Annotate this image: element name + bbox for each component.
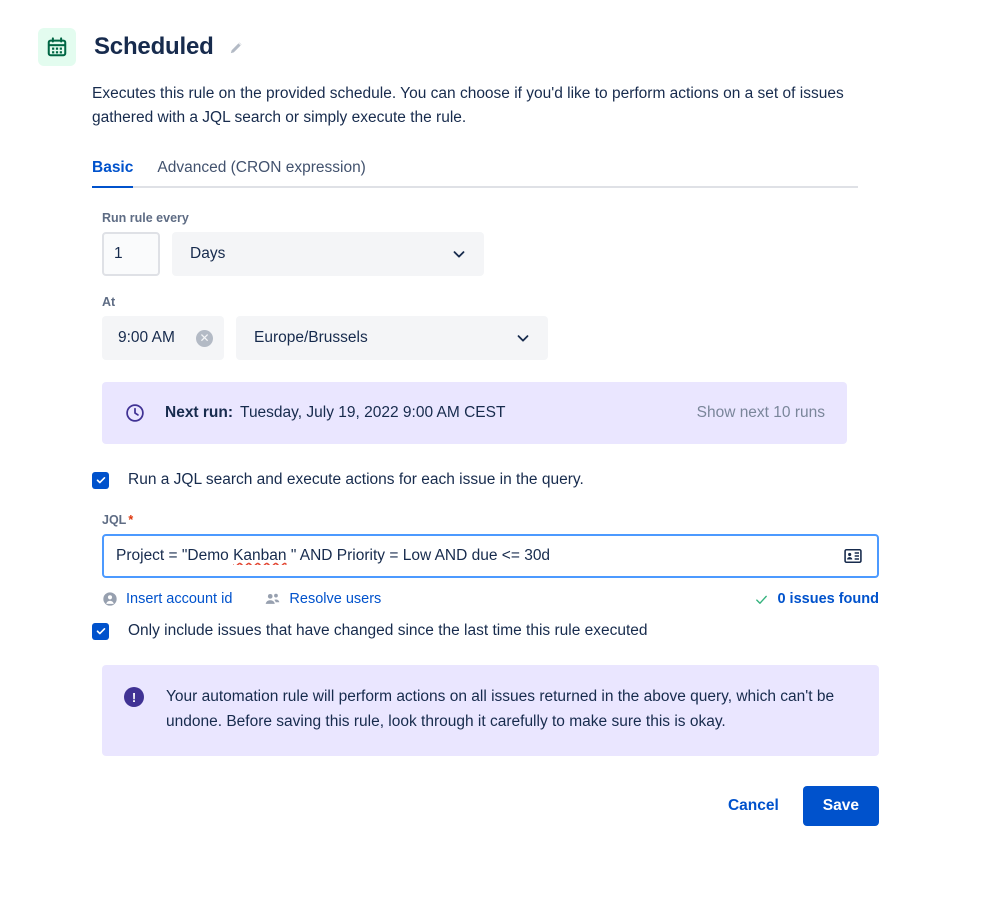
- issues-found-label: 0 issues found: [777, 591, 879, 607]
- people-icon: [264, 591, 281, 607]
- changed-only-checkbox-label: Only include issues that have changed si…: [128, 622, 648, 639]
- frequency-value: Days: [190, 245, 226, 262]
- jql-search-checkbox[interactable]: [92, 471, 109, 489]
- issues-found-status[interactable]: 0 issues found: [754, 591, 879, 607]
- run-every-row: Days: [102, 232, 999, 276]
- clear-circle-icon[interactable]: ✕: [196, 329, 213, 347]
- insert-account-id-label: Insert account id: [126, 591, 233, 607]
- time-value: 9:00 AM: [118, 329, 175, 346]
- required-marker: *: [128, 513, 134, 527]
- exclamation-icon: !: [124, 687, 144, 707]
- resolve-users-link[interactable]: Resolve users: [264, 591, 381, 607]
- form-area: Run rule every Days At 9:00 AM: [92, 210, 999, 826]
- warning-banner: ! Your automation rule will perform acti…: [102, 665, 879, 756]
- tab-advanced-cron[interactable]: Advanced (CRON expression): [157, 159, 365, 186]
- jql-query-misspelled: Kanban: [233, 547, 287, 564]
- jql-label-text: JQL: [102, 513, 127, 527]
- jql-search-checkbox-row[interactable]: Run a JQL search and execute actions for…: [92, 470, 999, 490]
- check-icon: [754, 592, 769, 607]
- chevron-down-icon: [514, 329, 532, 347]
- warning-text: Your automation rule will perform action…: [166, 688, 835, 730]
- page-title: Scheduled: [94, 33, 214, 60]
- scheduled-trigger-panel: Scheduled Executes this rule on the prov…: [0, 0, 999, 918]
- jql-search-checkbox-label: Run a JQL search and execute actions for…: [128, 471, 584, 488]
- at-label: At: [102, 295, 116, 309]
- chevron-down-icon: [450, 245, 468, 263]
- jql-query-after: " AND Priority = Low AND due <= 30d: [286, 547, 551, 564]
- tab-bar: Basic Advanced (CRON expression): [92, 154, 858, 188]
- tab-basic[interactable]: Basic: [92, 159, 134, 188]
- show-next-runs-link[interactable]: Show next 10 runs: [697, 404, 825, 422]
- timezone-value: Europe/Brussels: [254, 329, 368, 346]
- jql-helper-links: Insert account id Resolve users 0 issues…: [102, 591, 879, 607]
- jql-field-group: JQL * Project = "Demo Kanban " AND Priori…: [102, 512, 999, 607]
- at-row: 9:00 AM ✕ Europe/Brussels: [102, 316, 999, 360]
- footer-actions: Cancel Save: [102, 786, 879, 826]
- jql-input[interactable]: Project = "Demo Kanban " AND Priority = …: [102, 534, 879, 578]
- changed-only-checkbox-row[interactable]: Only include issues that have changed si…: [92, 621, 999, 641]
- cancel-button[interactable]: Cancel: [716, 787, 791, 825]
- save-button[interactable]: Save: [802, 786, 879, 826]
- next-run-text: Next run: Tuesday, July 19, 2022 9:00 AM …: [165, 404, 505, 422]
- run-every-label: Run rule every: [102, 211, 189, 225]
- calendar-icon: [38, 28, 76, 66]
- at-group: At 9:00 AM ✕ Europe/Brussels: [102, 294, 999, 360]
- jql-query-before: Project = "Demo: [116, 547, 234, 564]
- insert-account-id-link[interactable]: Insert account id: [102, 591, 232, 607]
- next-run-label: Next run:: [165, 404, 234, 421]
- run-every-group: Run rule every Days: [102, 210, 999, 276]
- pencil-icon[interactable]: [226, 36, 248, 58]
- jql-label: JQL *: [102, 512, 999, 528]
- title-block: Scheduled: [94, 33, 248, 61]
- changed-only-checkbox[interactable]: [92, 622, 109, 640]
- resolve-users-label: Resolve users: [289, 591, 382, 607]
- next-run-banner: Next run: Tuesday, July 19, 2022 9:00 AM …: [102, 382, 847, 444]
- panel-header: Scheduled: [0, 0, 999, 66]
- clock-icon: [124, 402, 146, 424]
- timezone-select[interactable]: Europe/Brussels: [236, 316, 548, 360]
- panel-description: Executes this rule on the provided sched…: [92, 85, 844, 126]
- frequency-select[interactable]: Days: [172, 232, 484, 276]
- contact-card-icon[interactable]: [841, 544, 865, 568]
- jql-query-text: Project = "Demo Kanban " AND Priority = …: [116, 547, 841, 565]
- next-run-value: Tuesday, July 19, 2022 9:00 AM CEST: [240, 404, 506, 421]
- interval-input[interactable]: [102, 232, 160, 276]
- person-icon: [102, 591, 118, 607]
- time-select[interactable]: 9:00 AM ✕: [102, 316, 224, 360]
